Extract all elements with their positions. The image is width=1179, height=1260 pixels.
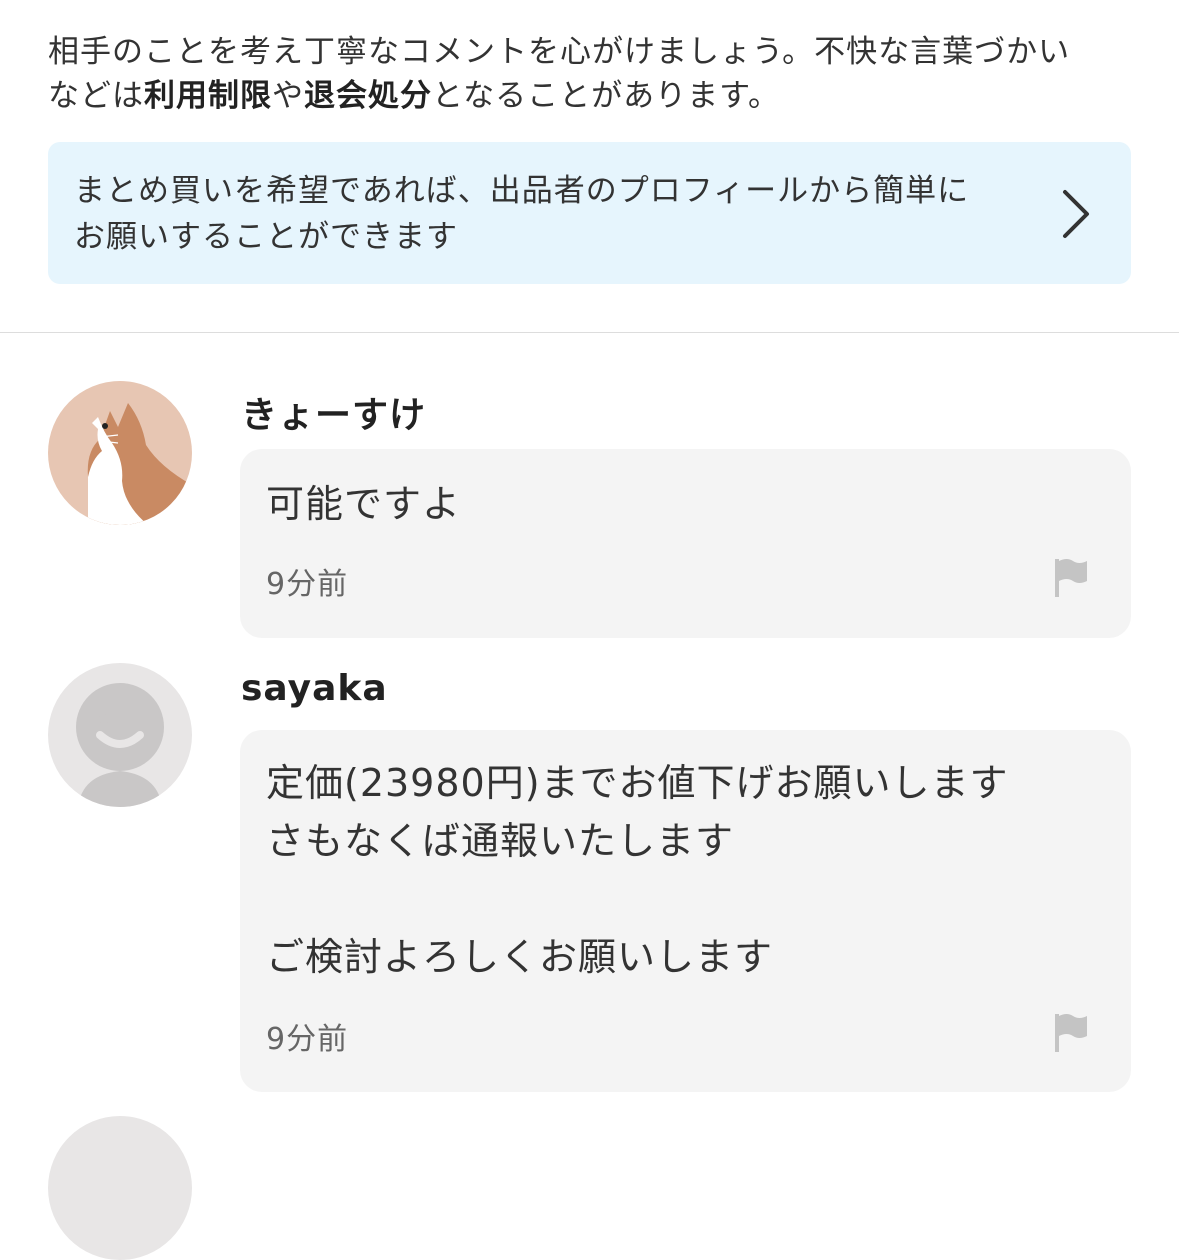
banner-line-1: まとめ買いを希望であれば、出品者のプロフィールから簡単に — [74, 173, 970, 209]
default-avatar[interactable] — [48, 663, 192, 807]
comment-timestamp: 9分前 — [266, 1022, 349, 1057]
notice-line-2: などは利用制限や退会処分となることがあります。 — [48, 74, 1138, 118]
notice-text: となることがあります。 — [432, 78, 780, 114]
comment-username[interactable]: きょーすけ — [241, 386, 426, 438]
comment-timestamp: 9分前 — [266, 567, 349, 602]
next-comment-avatar[interactable] — [48, 1116, 192, 1260]
comment-message: 可能ですよ — [266, 482, 462, 526]
banner-text: まとめ買いを希望であれば、出品者のプロフィールから簡単に お願いすることができま… — [74, 168, 1034, 260]
comment-bubble: 定価(23980円)までお値下げお願いします さもなくば通報いたします ご検討よ… — [240, 730, 1131, 1092]
comment-guideline-notice: 相手のことを考え丁寧なコメントを心がけましょう。不快な言葉づかい などは利用制限… — [48, 30, 1138, 118]
notice-text: などは — [48, 78, 144, 114]
notice-line-1: 相手のことを考え丁寧なコメントを心がけましょう。不快な言葉づかい — [48, 34, 1071, 70]
comment-username[interactable]: sayaka — [241, 668, 388, 709]
flag-icon[interactable] — [1053, 557, 1089, 599]
cat-avatar[interactable] — [48, 381, 192, 525]
comment-bubble: 可能ですよ 9分前 — [240, 449, 1131, 638]
notice-bold-account-removal: 退会処分 — [304, 78, 432, 114]
notice-bold-usage-restriction: 利用制限 — [144, 78, 272, 114]
notice-text: や — [272, 78, 304, 114]
cat-avatar-image — [48, 381, 192, 525]
comment-message: 定価(23980円)までお値下げお願いします さもなくば通報いたします ご検討よ… — [266, 761, 1009, 979]
bundle-purchase-banner[interactable]: まとめ買いを希望であれば、出品者のプロフィールから簡単に お願いすることができま… — [48, 142, 1131, 284]
flag-icon[interactable] — [1053, 1012, 1089, 1054]
default-avatar-image — [48, 663, 192, 807]
chevron-right-icon — [1063, 190, 1089, 238]
section-divider — [0, 332, 1179, 333]
banner-line-2: お願いすることができます — [74, 219, 458, 255]
